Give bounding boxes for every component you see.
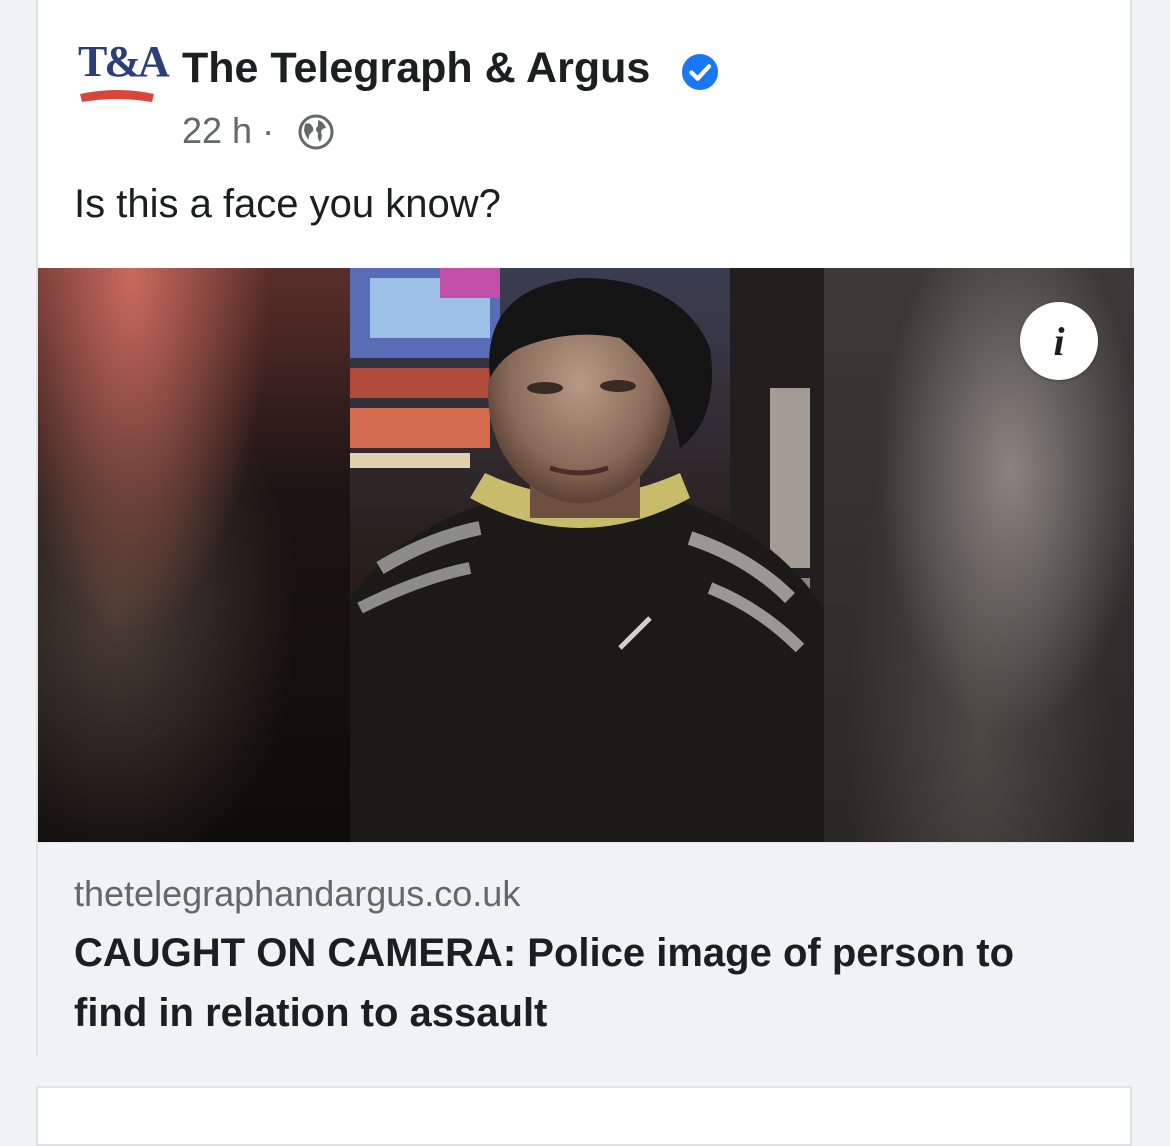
link-preview-image[interactable]: i bbox=[38, 268, 1134, 842]
page-name-link[interactable]: The Telegraph & Argus bbox=[182, 44, 650, 93]
link-domain: thetelegraphandargus.co.uk bbox=[74, 873, 521, 914]
meta-separator: · bbox=[262, 110, 275, 151]
cctv-photo bbox=[350, 268, 824, 842]
post-message: Is this a face you know? bbox=[74, 182, 501, 226]
post-meta: 22 h · bbox=[182, 110, 284, 152]
link-headline: CAUGHT ON CAMERA: Police image of person… bbox=[74, 931, 1015, 1035]
page-avatar[interactable]: T&A bbox=[78, 37, 170, 112]
verified-badge-icon bbox=[681, 53, 719, 91]
info-button[interactable]: i bbox=[1020, 302, 1098, 380]
globe-icon[interactable] bbox=[296, 112, 336, 152]
logo-swoosh-icon bbox=[80, 90, 154, 102]
blurred-background-left bbox=[38, 268, 350, 842]
feed-post: T&A The Telegraph & Argus 22 h · Is this … bbox=[36, 0, 1134, 1059]
next-feed-card bbox=[36, 1086, 1132, 1146]
info-icon: i bbox=[1053, 318, 1065, 364]
post-timestamp[interactable]: 22 h bbox=[182, 110, 252, 151]
link-preview-footer[interactable]: thetelegraphandargus.co.uk CAUGHT ON CAM… bbox=[38, 842, 1134, 1059]
page-logo-text: T&A bbox=[78, 37, 170, 86]
